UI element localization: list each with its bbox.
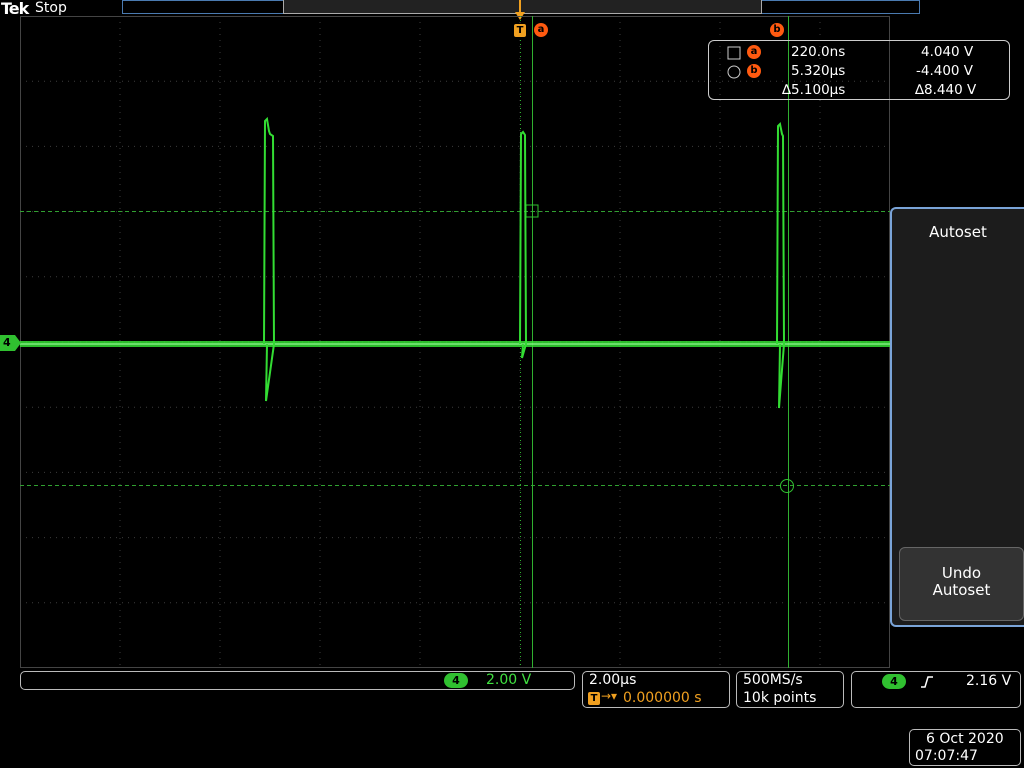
channel-4-scale: 2.00 V bbox=[486, 672, 532, 688]
rising-edge-icon bbox=[921, 676, 933, 688]
trigger-source-badge: 4 bbox=[882, 674, 906, 689]
cursor-b-badge: b bbox=[747, 64, 761, 78]
date: 6 Oct 2020 bbox=[926, 731, 1004, 747]
cursor-readout: a 220.0ns 4.040 V b 5.320µs -4.400 V ∆5.… bbox=[708, 40, 1010, 100]
waveform-display[interactable] bbox=[20, 16, 890, 668]
trigger-level: 2.16 V bbox=[966, 673, 1012, 689]
trigger-badge-icon: T bbox=[588, 692, 600, 705]
channel-4-ground-marker[interactable]: 4 bbox=[0, 335, 22, 355]
channel-4-badge: 4 bbox=[444, 673, 468, 688]
undo-autoset-button[interactable]: Undo Autoset bbox=[899, 547, 1024, 621]
acquisition-box[interactable]: 500MS/s 10k points bbox=[736, 671, 844, 708]
trigger-marker[interactable]: T bbox=[514, 24, 526, 37]
datetime-box[interactable]: 6 Oct 2020 07:07:47 bbox=[909, 729, 1021, 766]
delay-arrow-icon: →▾ bbox=[601, 689, 618, 703]
cursor-a-badge[interactable]: a bbox=[534, 23, 548, 37]
channel-4-trace bbox=[20, 116, 890, 409]
acquisition-state: Stop bbox=[35, 0, 67, 16]
record-length: 10k points bbox=[743, 690, 817, 706]
autoset-side-menu: Autoset Undo Autoset bbox=[890, 207, 1024, 627]
delta-volts: ∆8.440 V bbox=[915, 82, 977, 98]
cursor-b-time: 5.320µs bbox=[791, 63, 846, 79]
cursor-a-badge: a bbox=[747, 45, 761, 59]
delta-time: ∆5.100µs bbox=[782, 82, 846, 98]
cursor-b-circle-icon bbox=[727, 65, 741, 79]
cursor-a-time: 220.0ns bbox=[791, 44, 846, 60]
horizontal-scale: 2.00µs bbox=[589, 672, 637, 688]
cursor-a-square-icon bbox=[727, 46, 741, 60]
trigger-box[interactable]: 4 2.16 V bbox=[851, 671, 1021, 708]
time: 07:07:47 bbox=[915, 748, 978, 764]
cursor-b-badge[interactable]: b bbox=[770, 23, 784, 37]
side-menu-title: Autoset bbox=[929, 223, 987, 241]
channel-4-scale-box[interactable]: 4 2.00 V bbox=[20, 671, 575, 690]
cursor-a-volts: 4.040 V bbox=[921, 44, 974, 60]
timebase-box[interactable]: 2.00µs T →▾ 0.000000 s bbox=[582, 671, 730, 708]
horizontal-position: 0.000000 s bbox=[623, 690, 702, 706]
cursor-b-volts: -4.400 V bbox=[916, 63, 974, 79]
sample-rate: 500MS/s bbox=[743, 672, 803, 688]
